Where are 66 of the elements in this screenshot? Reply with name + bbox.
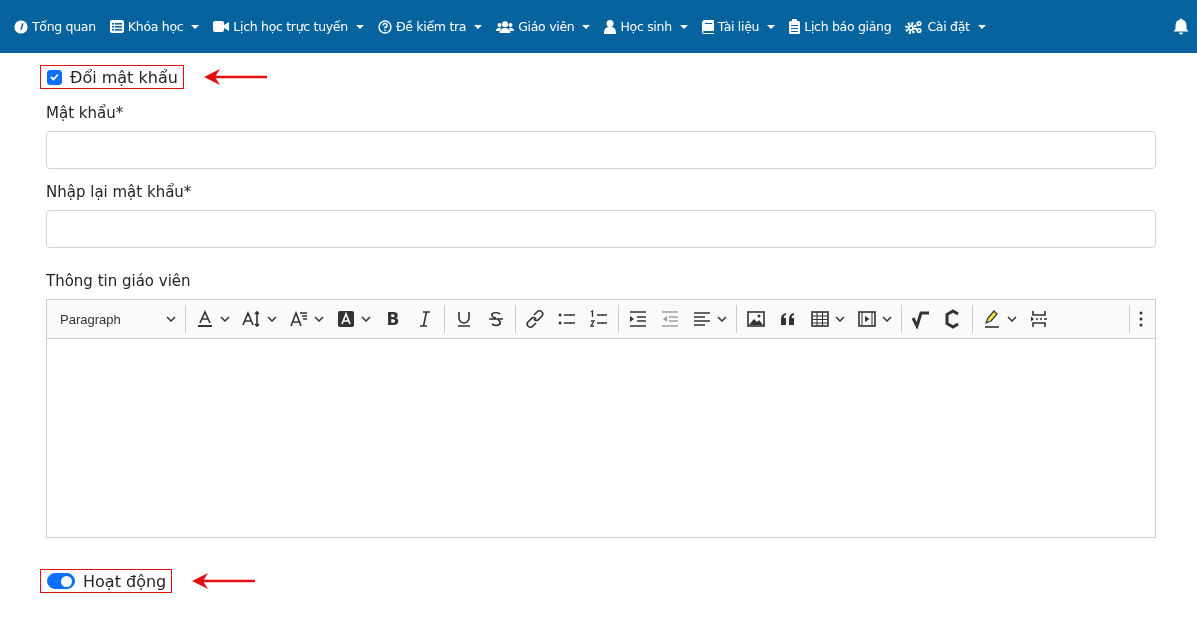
gears-icon <box>905 19 924 34</box>
nav-link[interactable]: Học sinh <box>604 15 688 38</box>
nav-link[interactable]: Tài liệu <box>701 15 776 38</box>
list-icon <box>109 20 124 33</box>
nav-link[interactable]: Tổng quan <box>14 15 96 38</box>
gauge-icon <box>14 19 28 34</box>
password-field[interactable] <box>46 210 1156 248</box>
nav-link[interactable]: Lịch học trực tuyến <box>213 15 364 38</box>
checkmark-icon <box>50 73 59 81</box>
password-field[interactable] <box>46 131 1156 169</box>
caret-icon <box>767 24 776 29</box>
nav-link[interactable]: Giáo viên <box>496 15 591 38</box>
more-icon <box>1139 311 1143 327</box>
bold-button[interactable]: B <box>377 305 409 333</box>
page-break-icon <box>1029 309 1049 329</box>
caret-icon <box>582 24 591 29</box>
font-size-icon <box>242 309 262 329</box>
square-root-icon <box>911 309 931 329</box>
user-icon <box>604 19 617 34</box>
highlighter-icon <box>982 309 1002 329</box>
nav-link[interactable]: Lịch báo giảng <box>789 15 892 38</box>
arrow-icon <box>192 572 257 590</box>
checkbox-label: Đổi mật khẩu <box>70 67 178 87</box>
chevron-down-icon <box>835 316 845 322</box>
chevron-down-icon <box>361 316 371 322</box>
checkbox[interactable] <box>47 69 62 85</box>
chevron-down-icon <box>717 316 727 322</box>
bell-icon[interactable] <box>1173 18 1189 35</box>
chevron-down-icon <box>314 316 324 322</box>
nav-link[interactable]: Đề kiểm tra <box>377 15 483 38</box>
field-label: Thông tin giáo viên <box>46 272 192 290</box>
numbered-list-icon <box>589 309 609 329</box>
strikethrough-icon <box>486 309 506 329</box>
caret-icon <box>355 24 364 29</box>
book-icon <box>701 19 714 34</box>
background-color-icon <box>336 309 356 329</box>
question-circle-icon <box>377 19 392 34</box>
link-icon <box>525 309 545 329</box>
chevron-down-icon <box>220 316 230 322</box>
nav-link[interactable]: Khóa học <box>109 15 200 38</box>
align-left-icon <box>692 309 712 329</box>
users-icon <box>496 20 515 33</box>
indent-icon <box>628 309 648 329</box>
field-label: Nhập lại mật khẩu* <box>46 183 193 201</box>
media-icon <box>857 309 877 329</box>
nav-link[interactable]: Cài đặt <box>905 15 986 38</box>
font-color-icon <box>195 309 215 329</box>
chevron-down-icon <box>166 316 176 322</box>
chevron-down-icon <box>882 316 892 322</box>
checkbox-label: Hoạt động <box>83 571 167 591</box>
caret-icon <box>474 24 483 29</box>
clipboard-icon <box>789 19 801 34</box>
chevron-down-icon <box>267 316 277 322</box>
image-icon <box>746 309 766 329</box>
toggle-switch[interactable] <box>47 573 75 589</box>
chevron-down-icon <box>1007 316 1017 322</box>
arrow-icon <box>203 68 268 86</box>
caret-icon <box>977 24 986 29</box>
font-family-icon <box>289 309 309 329</box>
caret-icon <box>679 24 688 29</box>
heading-dropdown[interactable]: Paragraph <box>54 305 182 333</box>
caret-icon <box>191 24 200 29</box>
field-label: Mật khẩu* <box>46 104 125 122</box>
video-camera-icon <box>213 21 230 32</box>
outdent-icon <box>660 309 680 329</box>
table-icon <box>810 309 830 329</box>
